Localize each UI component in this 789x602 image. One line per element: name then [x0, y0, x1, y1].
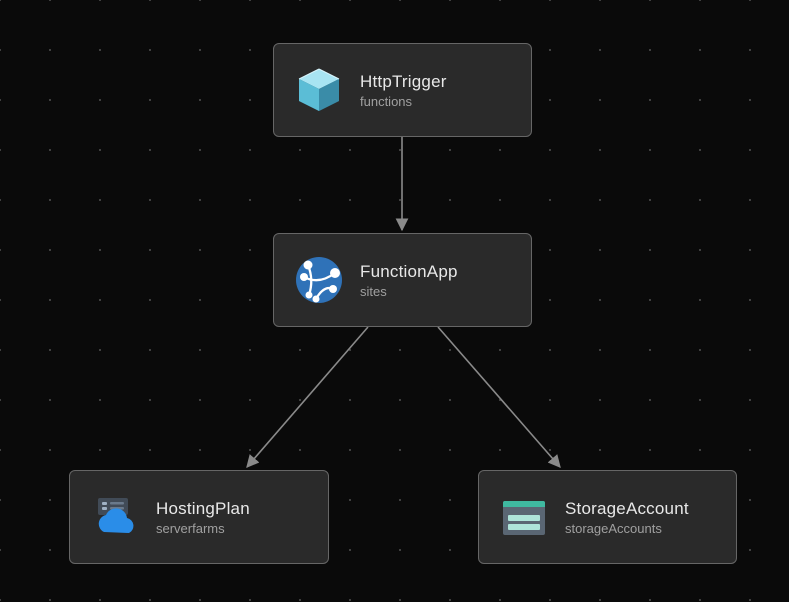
node-subtitle: serverfarms	[156, 521, 250, 536]
node-hostingplan[interactable]: HostingPlan serverfarms	[69, 470, 329, 564]
server-cloud-icon	[90, 492, 140, 542]
node-title: StorageAccount	[565, 499, 689, 519]
storage-icon	[499, 492, 549, 542]
node-functionapp[interactable]: FunctionApp sites	[273, 233, 532, 327]
node-title: FunctionApp	[360, 262, 458, 282]
node-subtitle: functions	[360, 94, 447, 109]
diagram-canvas: HttpTrigger functions FunctionApp sites	[0, 0, 789, 602]
node-title: HttpTrigger	[360, 72, 447, 92]
cube-icon	[294, 65, 344, 115]
node-storageaccount[interactable]: StorageAccount storageAccounts	[478, 470, 737, 564]
node-title: HostingPlan	[156, 499, 250, 519]
node-subtitle: storageAccounts	[565, 521, 689, 536]
node-httptrigger[interactable]: HttpTrigger functions	[273, 43, 532, 137]
node-subtitle: sites	[360, 284, 458, 299]
globe-network-icon	[294, 255, 344, 305]
